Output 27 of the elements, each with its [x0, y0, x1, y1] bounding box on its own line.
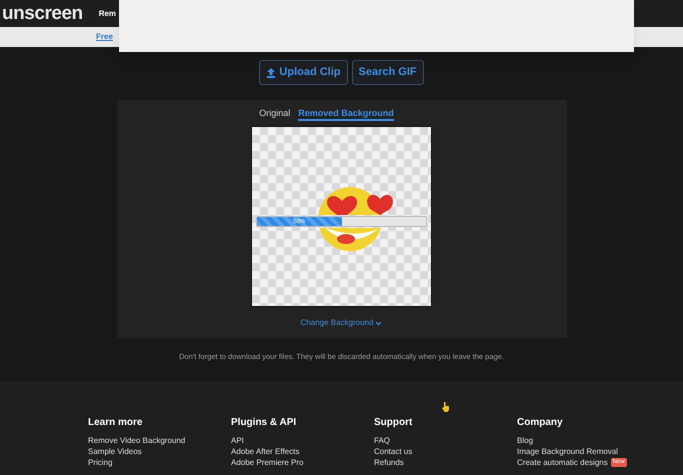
- footer-link[interactable]: Blog: [517, 435, 534, 446]
- footer-link[interactable]: Contact us: [374, 446, 412, 457]
- footer-link[interactable]: Adobe After Effects: [231, 446, 300, 457]
- hand-cursor-icon: [442, 402, 450, 412]
- upload-button[interactable]: Upload Clip: [259, 60, 348, 85]
- footer-heading: Learn more: [88, 417, 144, 429]
- footer-link[interactable]: Adobe Premiere Pro: [231, 457, 304, 468]
- search-gif-button[interactable]: Search GIF: [352, 60, 424, 85]
- footer-link[interactable]: FAQ: [374, 435, 390, 446]
- change-background-button[interactable]: Change Background: [300, 317, 382, 329]
- upload-icon: [266, 68, 276, 78]
- footer-heading: Support: [374, 417, 414, 429]
- chevron-down-icon: [375, 320, 382, 326]
- footer-link[interactable]: Remove Video Background: [88, 435, 186, 446]
- footer-link[interactable]: Sample Videos: [88, 446, 142, 457]
- subnav-link[interactable]: Free: [96, 31, 113, 43]
- footer-heading: Company: [517, 417, 564, 429]
- footer-link[interactable]: Image Background Removal: [517, 446, 618, 457]
- footer-link[interactable]: API: [231, 435, 244, 446]
- footer-link[interactable]: Create automatic designs: [517, 457, 608, 468]
- nav-link[interactable]: Rem: [98, 8, 116, 20]
- logo[interactable]: unscreen: [2, 4, 83, 23]
- tab[interactable]: Original: [259, 108, 290, 121]
- tab[interactable]: Removed Background: [298, 108, 394, 121]
- footer-link[interactable]: Pricing: [88, 457, 112, 468]
- footer-link[interactable]: Refunds: [374, 457, 404, 468]
- footer-heading: Plugins & API: [231, 417, 298, 429]
